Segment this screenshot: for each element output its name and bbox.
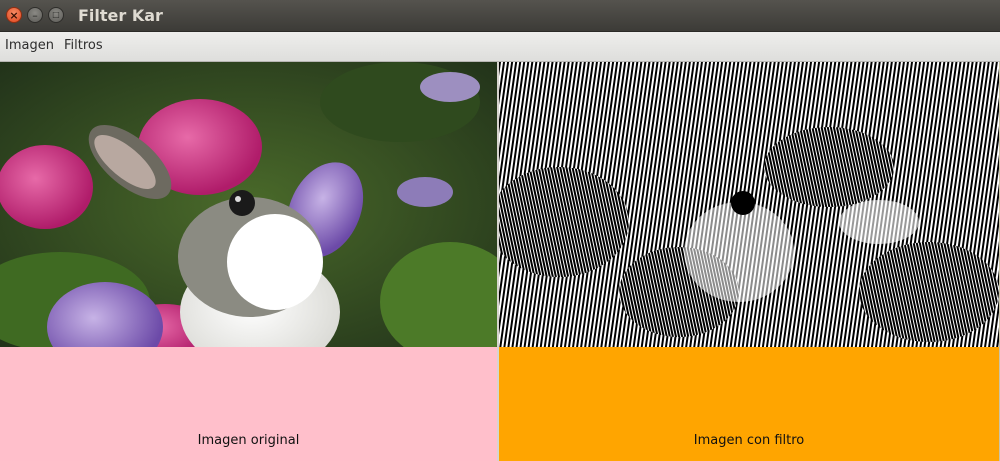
- filtered-image-label: Imagen con filtro: [693, 433, 805, 448]
- close-window-button[interactable]: ×: [6, 7, 22, 23]
- original-image-label: Imagen original: [197, 433, 300, 448]
- menu-imagen[interactable]: Imagen: [5, 38, 54, 53]
- minimize-icon: –: [32, 8, 38, 22]
- maximize-window-button[interactable]: □: [48, 7, 64, 23]
- window-title: Filter Kar: [78, 6, 163, 25]
- filtered-image-panel: Imagen con filtro: [499, 62, 999, 461]
- filtered-caption-area: Imagen con filtro: [499, 347, 999, 461]
- original-image-panel: Imagen original: [0, 62, 497, 461]
- menu-filtros[interactable]: Filtros: [64, 38, 103, 53]
- filtered-image: [499, 62, 999, 347]
- filtered-photo: [499, 62, 999, 347]
- close-icon: ×: [9, 8, 19, 22]
- maximize-icon: □: [52, 10, 60, 19]
- window-titlebar[interactable]: × – □ Filter Kar: [0, 0, 1000, 32]
- original-caption-area: Imagen original: [0, 347, 497, 461]
- original-image: [0, 62, 497, 347]
- minimize-window-button[interactable]: –: [27, 7, 43, 23]
- menu-bar: Imagen Filtros: [0, 32, 1000, 62]
- rabbit-photo: [0, 62, 497, 347]
